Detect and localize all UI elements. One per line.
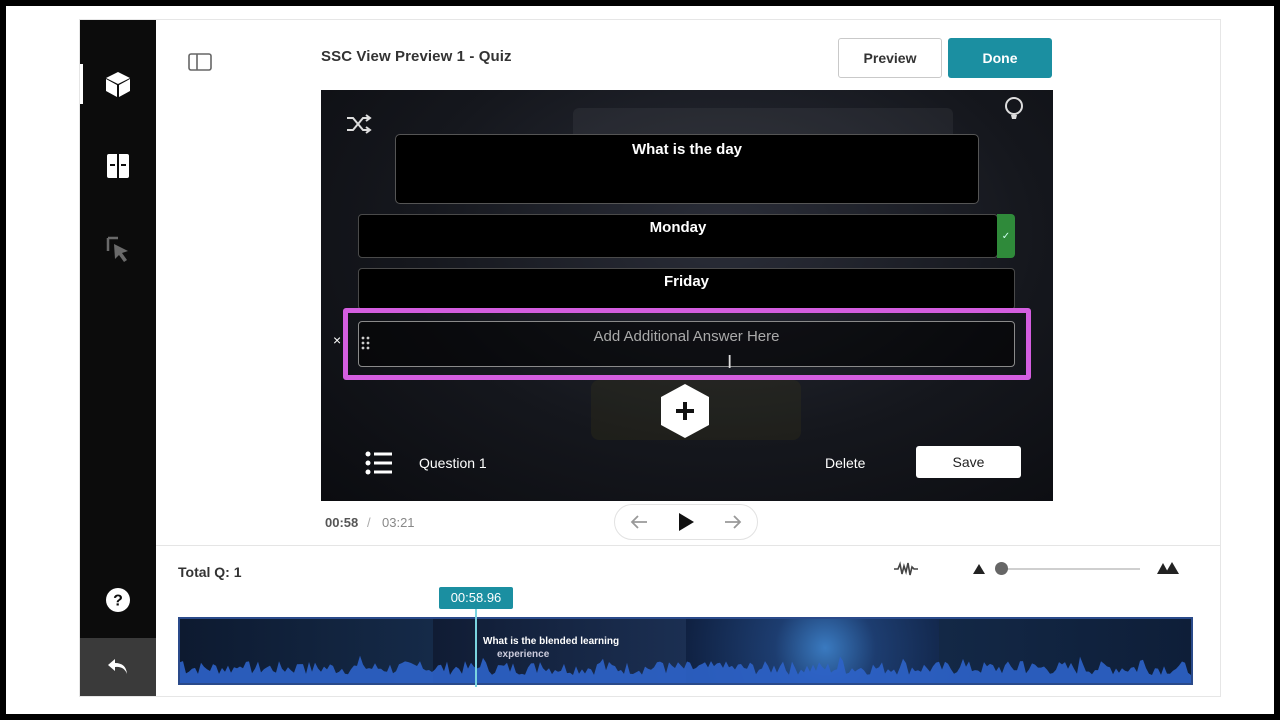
- answer-option[interactable]: Friday: [358, 268, 1015, 310]
- add-answer-button[interactable]: [658, 382, 712, 440]
- svg-text:?: ?: [113, 593, 123, 610]
- zoom-slider-handle[interactable]: [995, 562, 1008, 575]
- cube-icon: [106, 72, 130, 97]
- shuffle-icon[interactable]: [345, 114, 373, 134]
- previous-arrow-icon[interactable]: [629, 514, 649, 530]
- timeline-filmstrip[interactable]: What is the blended learning experience: [178, 617, 1193, 685]
- video-stage: What is the day Monday ✓ Friday Add Addi…: [321, 90, 1053, 501]
- done-button[interactable]: Done: [948, 38, 1052, 78]
- text-cursor-icon: I: [727, 352, 733, 373]
- save-button[interactable]: Save: [916, 446, 1021, 478]
- add-answer-input[interactable]: Add Additional Answer Here: [358, 321, 1015, 367]
- zoom-slider-track[interactable]: [998, 568, 1140, 570]
- sidebar-item-interactions[interactable]: [80, 56, 156, 112]
- sidebar-item-hotspots[interactable]: [80, 221, 156, 277]
- back-button[interactable]: [80, 638, 156, 696]
- waveform-icon[interactable]: [893, 561, 919, 577]
- delete-button[interactable]: Delete: [825, 455, 865, 471]
- sidebar-item-chapters[interactable]: [80, 138, 156, 194]
- answer-option[interactable]: Monday: [358, 214, 998, 258]
- book-icon: [107, 154, 129, 178]
- question-text-box[interactable]: What is the day: [395, 134, 979, 204]
- current-time: 00:58: [325, 515, 359, 530]
- lightbulb-icon[interactable]: [1003, 96, 1025, 122]
- playhead-time-badge[interactable]: 00:58.96: [439, 587, 513, 609]
- audio-waveform: [180, 655, 1191, 683]
- question-list-icon[interactable]: [365, 450, 393, 476]
- playback-controls: [614, 504, 758, 540]
- drag-handle-icon[interactable]: [361, 336, 371, 350]
- total-questions: Total Q: 1: [178, 564, 242, 580]
- zoom-out-icon[interactable]: [972, 563, 986, 575]
- cursor-click-icon: [106, 236, 128, 262]
- zoom-in-icon[interactable]: [1156, 561, 1180, 575]
- remove-answer-button[interactable]: ×: [333, 332, 341, 348]
- time-separator: /: [367, 515, 371, 530]
- help-icon: ?: [106, 588, 130, 612]
- panel-toggle-icon[interactable]: [188, 53, 212, 71]
- sidebar: ?: [80, 20, 156, 696]
- total-time: 03:21: [382, 515, 415, 530]
- play-icon[interactable]: [676, 511, 696, 533]
- undo-icon: [108, 659, 127, 674]
- playhead-line[interactable]: [475, 609, 477, 687]
- question-label: Question 1: [419, 455, 487, 471]
- editor-app: ? SSC View Preview 1 - Quiz Preview Done…: [80, 20, 1220, 696]
- preview-button[interactable]: Preview: [838, 38, 942, 78]
- section-divider: [156, 545, 1220, 546]
- help-button[interactable]: ?: [80, 572, 156, 628]
- page-title: SSC View Preview 1 - Quiz: [321, 48, 512, 65]
- next-arrow-icon[interactable]: [723, 514, 743, 530]
- correct-answer-toggle[interactable]: ✓: [997, 214, 1015, 258]
